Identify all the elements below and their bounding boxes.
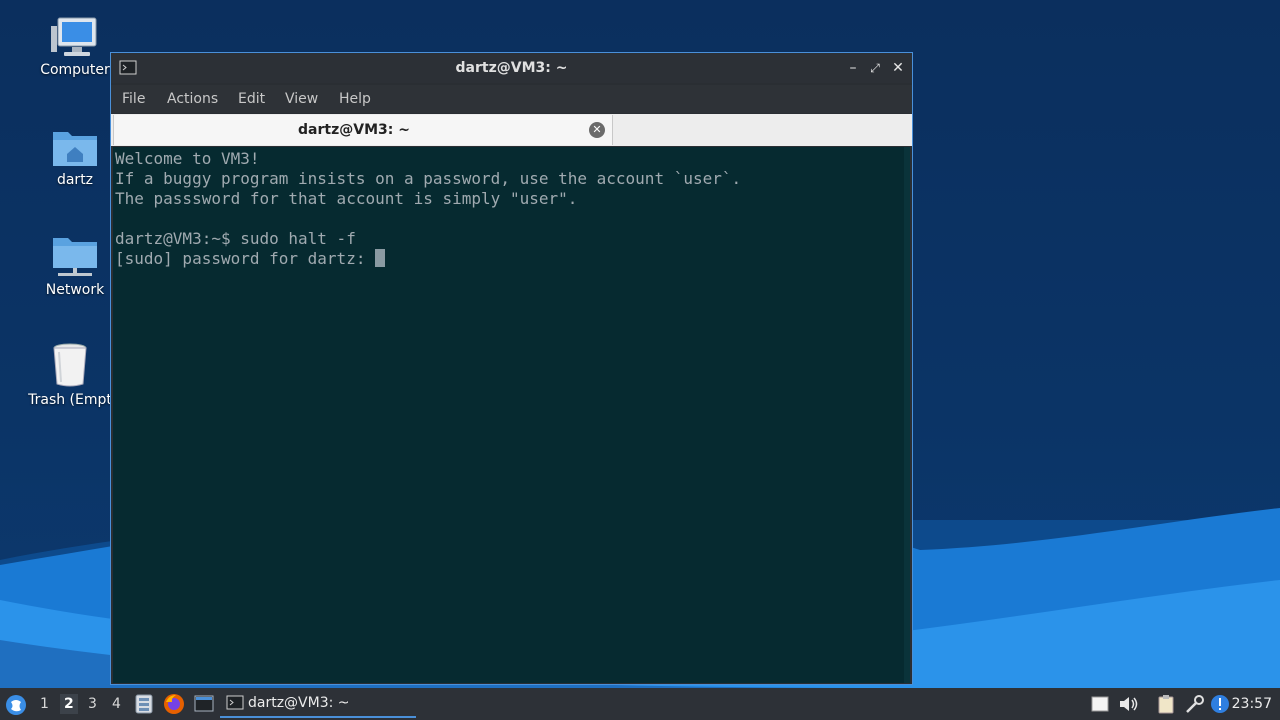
clipboard-icon[interactable]: [1156, 694, 1176, 714]
start-menu-icon[interactable]: [5, 694, 27, 716]
update-alert-icon[interactable]: [1210, 694, 1230, 714]
computer-icon: [51, 17, 97, 56]
terminal-icon[interactable]: [194, 694, 214, 714]
home-folder-icon: [53, 132, 97, 166]
volume-icon[interactable]: [1118, 694, 1140, 714]
network-icon[interactable]: [1184, 694, 1206, 714]
taskbar-window-button[interactable]: dartz@VM3: ~: [220, 690, 416, 718]
maximize-button[interactable]: ⤢: [865, 58, 885, 78]
menu-view[interactable]: View: [285, 91, 318, 107]
workspace-1[interactable]: 1: [40, 696, 49, 712]
terminal-line: The passsword for that account is simply…: [115, 189, 578, 208]
taskbar-window-label: dartz@VM3: ~: [248, 695, 350, 711]
clock[interactable]: 23:57: [1232, 696, 1272, 712]
menu-file[interactable]: File: [122, 91, 145, 107]
desktop-icon-label: Trash (Empt: [28, 392, 112, 408]
terminal-line: Welcome to VM3!: [115, 149, 260, 168]
tab-bar: dartz@VM3: ~ ✕: [111, 114, 912, 146]
desktop-icon-trash[interactable]: Trash (Empt: [20, 342, 120, 408]
close-button[interactable]: ✕: [888, 58, 908, 78]
workspace-4[interactable]: 4: [112, 696, 121, 712]
terminal-line: If a buggy program insists on a password…: [115, 169, 742, 188]
firefox-icon[interactable]: [163, 693, 185, 715]
menu-help[interactable]: Help: [339, 91, 371, 107]
trash-icon: [53, 343, 87, 387]
terminal-line: dartz@VM3:~$ sudo halt -f: [115, 229, 356, 248]
terminal-window-icon: [226, 695, 244, 710]
terminal-window[interactable]: dartz@VM3: ~ – ⤢ ✕ File Actions Edit Vie…: [110, 52, 913, 685]
file-manager-icon[interactable]: [135, 694, 153, 714]
window-title: dartz@VM3: ~: [455, 60, 568, 76]
workspace-3[interactable]: 3: [88, 696, 97, 712]
tab-close-icon[interactable]: ✕: [589, 122, 605, 138]
terminal-scrollbar[interactable]: [904, 147, 910, 683]
taskbar: 1 2 3 4 dartz@VM3: ~ 23:57: [0, 688, 1280, 720]
minimize-button[interactable]: –: [843, 58, 863, 78]
text-cursor: [375, 249, 386, 267]
menu-edit[interactable]: Edit: [238, 91, 265, 107]
terminal-tab[interactable]: dartz@VM3: ~ ✕: [113, 115, 613, 145]
workspace-2[interactable]: 2: [60, 694, 78, 714]
terminal-line: [sudo] password for dartz:: [115, 249, 376, 268]
tab-label: dartz@VM3: ~: [298, 122, 410, 138]
terminal-prompt-line: [sudo] password for dartz:: [115, 249, 908, 269]
notes-icon[interactable]: [1090, 694, 1110, 714]
terminal-output[interactable]: Welcome to VM3! If a buggy program insis…: [113, 147, 910, 683]
window-titlebar[interactable]: dartz@VM3: ~ – ⤢ ✕: [111, 53, 912, 83]
menu-actions[interactable]: Actions: [167, 91, 218, 107]
network-folder-icon: [53, 238, 97, 276]
menu-bar: File Actions Edit View Help: [111, 85, 912, 113]
